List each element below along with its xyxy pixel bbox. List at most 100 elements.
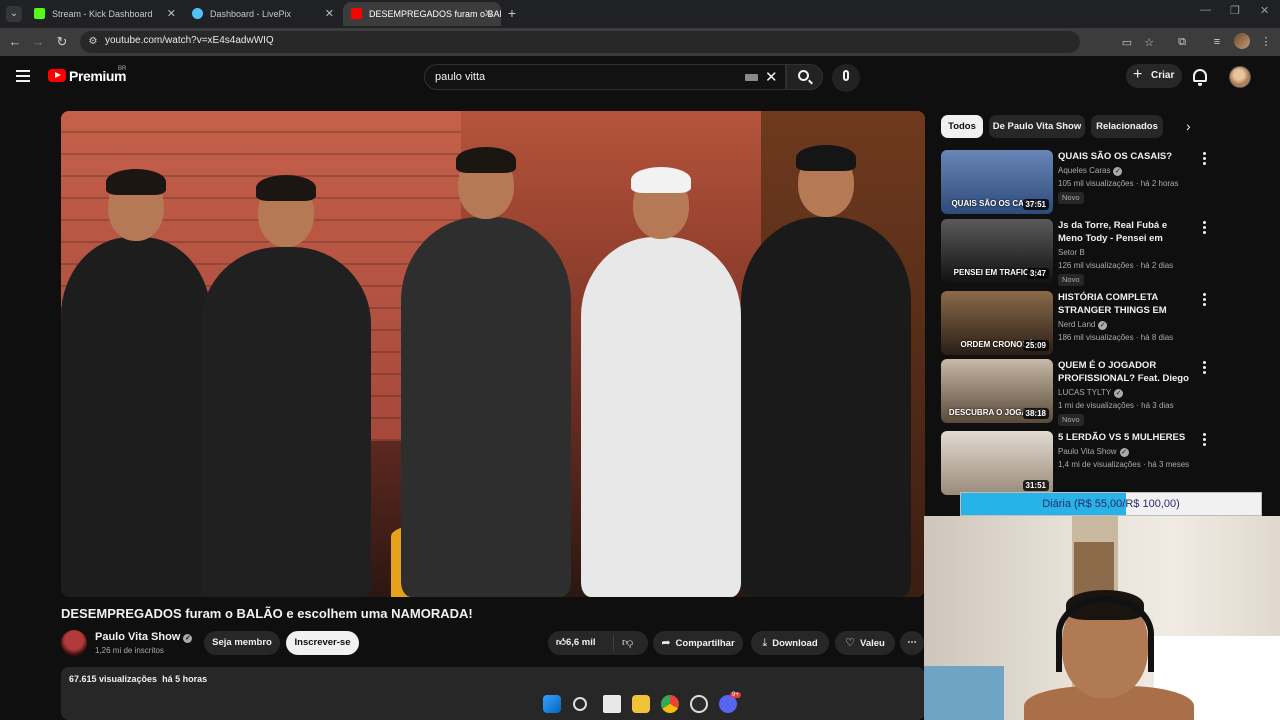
- more-options-icon[interactable]: [1201, 293, 1207, 307]
- create-button[interactable]: + Criar: [1126, 64, 1182, 88]
- thanks-button[interactable]: ♡ Valeu: [835, 631, 895, 655]
- menu-icon[interactable]: [16, 70, 30, 82]
- channel-name-text[interactable]: Paulo Vita Show: [95, 631, 180, 643]
- chip-all[interactable]: Todos: [941, 115, 983, 138]
- subscribe-button[interactable]: Inscrever-se: [286, 631, 359, 655]
- recommendation-title[interactable]: QUAIS SÃO OS CASAIS?: [1058, 150, 1193, 163]
- upload-age: há 5 horas: [162, 674, 208, 684]
- channel-avatar[interactable]: [61, 630, 87, 656]
- person-1: [61, 169, 211, 597]
- chip-related[interactable]: Relacionados: [1091, 115, 1163, 138]
- notifications-bell-icon[interactable]: [1193, 69, 1207, 86]
- url-text[interactable]: youtube.com/watch?v=xE4s4adwWIQ: [105, 35, 274, 46]
- plus-icon: +: [1133, 66, 1143, 83]
- join-member-button[interactable]: Seja membro: [204, 631, 280, 655]
- search-query[interactable]: paulo vitta: [435, 71, 485, 83]
- tab-livepix-dashboard[interactable]: Dashboard - LivePix ✕: [184, 2, 342, 26]
- reading-list-icon[interactable]: ≡: [1210, 35, 1224, 49]
- channel-text[interactable]: Nerd Land: [1058, 320, 1095, 329]
- recommendation-channel[interactable]: Paulo Vita Show ✓: [1058, 447, 1129, 457]
- channel-text[interactable]: Paulo Vita Show: [1058, 447, 1117, 456]
- dislike-thumbs-down-icon[interactable]: 👎︎: [622, 631, 633, 655]
- channel-name[interactable]: Paulo Vita Show ✓: [95, 631, 193, 643]
- recommendation-item[interactable]: DESCUBRA O JOGADOR 38:18 QUEM É O JOGADO…: [941, 359, 1211, 426]
- minimize-icon[interactable]: —: [1200, 4, 1211, 16]
- voice-search-button[interactable]: [832, 64, 860, 92]
- channel-text[interactable]: LUCAS TYLTY: [1058, 388, 1111, 397]
- tab-search-chevron-icon[interactable]: ⌄: [6, 6, 22, 22]
- search-input[interactable]: paulo vitta ✕: [424, 64, 786, 90]
- keyboard-icon[interactable]: [745, 74, 758, 81]
- video-thumbnail[interactable]: ORDEM CRONOLÓ 25:09: [941, 291, 1053, 355]
- profile-avatar-icon[interactable]: [1234, 33, 1250, 49]
- verified-check-icon: ✓: [1098, 321, 1108, 330]
- search-button[interactable]: [786, 64, 823, 90]
- clear-search-icon[interactable]: ✕: [765, 68, 778, 86]
- new-tab-plus-icon[interactable]: +: [504, 4, 520, 22]
- video-player[interactable]: [61, 111, 925, 597]
- recommendation-title[interactable]: QUEM É O JOGADOR PROFISSIONAL? Feat. Die…: [1058, 359, 1193, 386]
- video-thumbnail[interactable]: QUAIS SÃO OS CASAIS 37:51: [941, 150, 1053, 214]
- recommendation-item[interactable]: PENSEI EM TRAFICAR 3:47 Js da Torre, Rea…: [941, 219, 1211, 286]
- chevron-right-icon[interactable]: ›: [1186, 118, 1191, 134]
- more-options-icon[interactable]: [1201, 361, 1207, 375]
- description-box[interactable]: 67.615 visualizações há 5 horas: [61, 667, 925, 720]
- address-bar[interactable]: ⚙ youtube.com/watch?v=xE4s4adwWIQ ▭ ☆: [80, 31, 1154, 53]
- recommendation-item[interactable]: ORDEM CRONOLÓ 25:09 HISTÓRIA COMPLETA ST…: [941, 291, 1211, 355]
- download-button[interactable]: ⤓ Download: [751, 631, 829, 655]
- channel-text[interactable]: Aqueles Caras: [1058, 166, 1110, 175]
- thumbs-up-icon: 👍︎: [556, 637, 566, 648]
- tab-kick-dashboard[interactable]: Stream - Kick Dashboard ✕: [26, 2, 184, 26]
- video-thumbnail[interactable]: DESCUBRA O JOGADOR 38:18: [941, 359, 1053, 423]
- country-code: BR: [118, 66, 127, 72]
- discord-badge: 9+: [730, 692, 741, 698]
- like-button[interactable]: 👍︎6,6 mil: [556, 631, 596, 655]
- chip-channel[interactable]: De Paulo Vita Show: [989, 115, 1085, 138]
- more-options-icon[interactable]: [1201, 433, 1207, 447]
- browser-menu-icon[interactable]: ⋮: [1259, 35, 1273, 49]
- recommendation-title[interactable]: 5 LERDÃO VS 5 MULHERES: [1058, 431, 1193, 444]
- reload-icon[interactable]: ↻: [53, 33, 71, 51]
- task-view-icon[interactable]: [603, 695, 621, 713]
- search-icon[interactable]: [573, 697, 587, 711]
- site-info-icon[interactable]: ⚙: [86, 35, 100, 49]
- cast-icon[interactable]: ▭: [1120, 36, 1134, 50]
- share-button[interactable]: ➦ Compartilhar: [653, 631, 743, 655]
- tab-title: Stream - Kick Dashboard: [52, 9, 153, 19]
- channel-text[interactable]: Setor B: [1058, 248, 1085, 257]
- recommendation-channel[interactable]: Aqueles Caras ✓: [1058, 166, 1123, 176]
- more-actions-icon[interactable]: ⋯: [900, 631, 924, 655]
- recommendation-meta: 126 mil visualizações · há 2 dias: [1058, 261, 1174, 270]
- person-2: [201, 175, 371, 597]
- recommendation-title[interactable]: Js da Torre, Real Fubá e Meno Tody - Pen…: [1058, 219, 1193, 246]
- recommendation-item[interactable]: QUAIS SÃO OS CASAIS 37:51 QUAIS SÃO OS C…: [941, 150, 1211, 214]
- forward-arrow-icon[interactable]: →: [29, 33, 47, 51]
- chrome-icon[interactable]: [661, 695, 679, 713]
- youtube-logo-icon[interactable]: [48, 69, 66, 82]
- obs-icon[interactable]: [690, 695, 708, 713]
- download-icon: ⤓: [762, 637, 768, 649]
- video-thumbnail[interactable]: PENSEI EM TRAFICAR 3:47: [941, 219, 1053, 283]
- windows-start-icon[interactable]: [543, 695, 561, 713]
- recommendation-channel[interactable]: Nerd Land ✓: [1058, 320, 1108, 330]
- more-options-icon[interactable]: [1201, 152, 1207, 166]
- extensions-icon[interactable]: ⧉: [1175, 35, 1189, 49]
- video-thumbnail[interactable]: 31:51: [941, 431, 1053, 495]
- close-tab-icon[interactable]: ✕: [484, 2, 493, 26]
- recommendation-title[interactable]: HISTÓRIA COMPLETA STRANGER THINGS EM ORD…: [1058, 291, 1193, 318]
- close-window-icon[interactable]: ✕: [1260, 4, 1269, 17]
- recommendation-item[interactable]: 31:51 5 LERDÃO VS 5 MULHERES Paulo Vita …: [941, 431, 1211, 495]
- bookmark-star-icon[interactable]: ☆: [1142, 36, 1156, 50]
- more-options-icon[interactable]: [1201, 221, 1207, 235]
- tab-youtube-video[interactable]: DESEMPREGADOS furam o BAL... ✕: [343, 2, 501, 26]
- back-arrow-icon[interactable]: ←: [6, 33, 24, 51]
- close-tab-icon[interactable]: ✕: [325, 2, 334, 26]
- close-tab-icon[interactable]: ✕: [167, 2, 176, 26]
- views-text: 105 mil visualizações: [1058, 179, 1134, 188]
- file-explorer-icon[interactable]: [632, 695, 650, 713]
- browser-tab-strip: ⌄ Stream - Kick Dashboard ✕ Dashboard - …: [0, 0, 1280, 28]
- user-avatar[interactable]: [1229, 66, 1251, 88]
- restore-icon[interactable]: ❐: [1230, 4, 1240, 17]
- recommendation-channel[interactable]: Setor B: [1058, 248, 1085, 257]
- recommendation-channel[interactable]: LUCAS TYLTY ✓: [1058, 388, 1124, 398]
